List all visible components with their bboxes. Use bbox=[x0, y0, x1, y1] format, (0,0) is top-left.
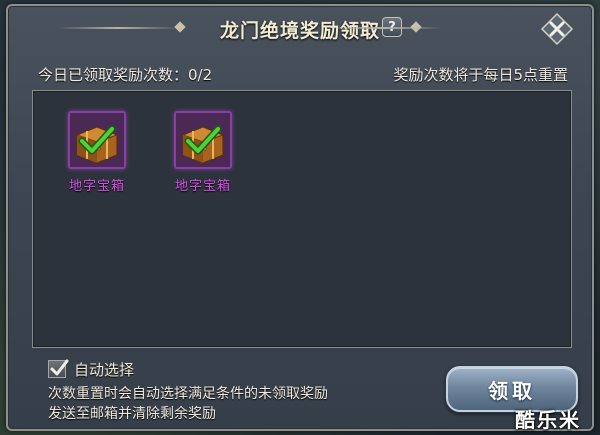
reset-notice-text: 奖励次数将于每日5点重置 bbox=[393, 66, 568, 84]
description-line-2: 发送至邮箱并清除剩余奖励 bbox=[48, 406, 216, 422]
claimed-count-text: 今日已领取奖励次数：0/2 bbox=[38, 66, 213, 84]
reward-item-name: 地字宝箱 bbox=[174, 179, 231, 194]
dialog-titlebar: 龙门绝境奖励领取 ? bbox=[8, 6, 592, 50]
reward-item[interactable]: 地字宝箱 bbox=[57, 111, 137, 194]
auto-select-label: 自动选择 bbox=[74, 360, 135, 379]
treasure-chest-icon bbox=[176, 113, 230, 167]
reward-icon-frame bbox=[68, 111, 126, 169]
reward-item-name: 地字宝箱 bbox=[68, 179, 125, 194]
reward-icon-frame bbox=[174, 111, 232, 169]
auto-select-checkbox[interactable] bbox=[48, 359, 69, 378]
close-icon bbox=[540, 12, 574, 46]
reward-list-panel: 地字宝箱 地字宝箱 bbox=[32, 90, 572, 348]
close-button[interactable] bbox=[540, 12, 574, 46]
checkmark-icon bbox=[50, 359, 69, 376]
treasure-chest-icon bbox=[70, 113, 124, 167]
reward-item[interactable]: 地字宝箱 bbox=[163, 111, 243, 194]
watermark-logo: 酷乐米 bbox=[515, 408, 581, 432]
reward-claim-dialog: 龙门绝境奖励领取 ? 今日已领取奖励次数：0/2 奖励次数将于每日5点重置 bbox=[6, 4, 594, 431]
dialog-title: 龙门绝境奖励领取 bbox=[219, 20, 380, 42]
auto-select-toggle[interactable]: 自动选择 bbox=[48, 358, 134, 380]
info-row: 今日已领取奖励次数：0/2 奖励次数将于每日5点重置 bbox=[38, 62, 568, 86]
auto-select-description: 次数重置时会自动选择满足条件的未领取奖励 发送至邮箱并清除剩余奖励 bbox=[48, 384, 428, 424]
title-ornament-right bbox=[322, 27, 442, 29]
description-line-1: 次数重置时会自动选择满足条件的未领取奖励 bbox=[48, 386, 328, 402]
